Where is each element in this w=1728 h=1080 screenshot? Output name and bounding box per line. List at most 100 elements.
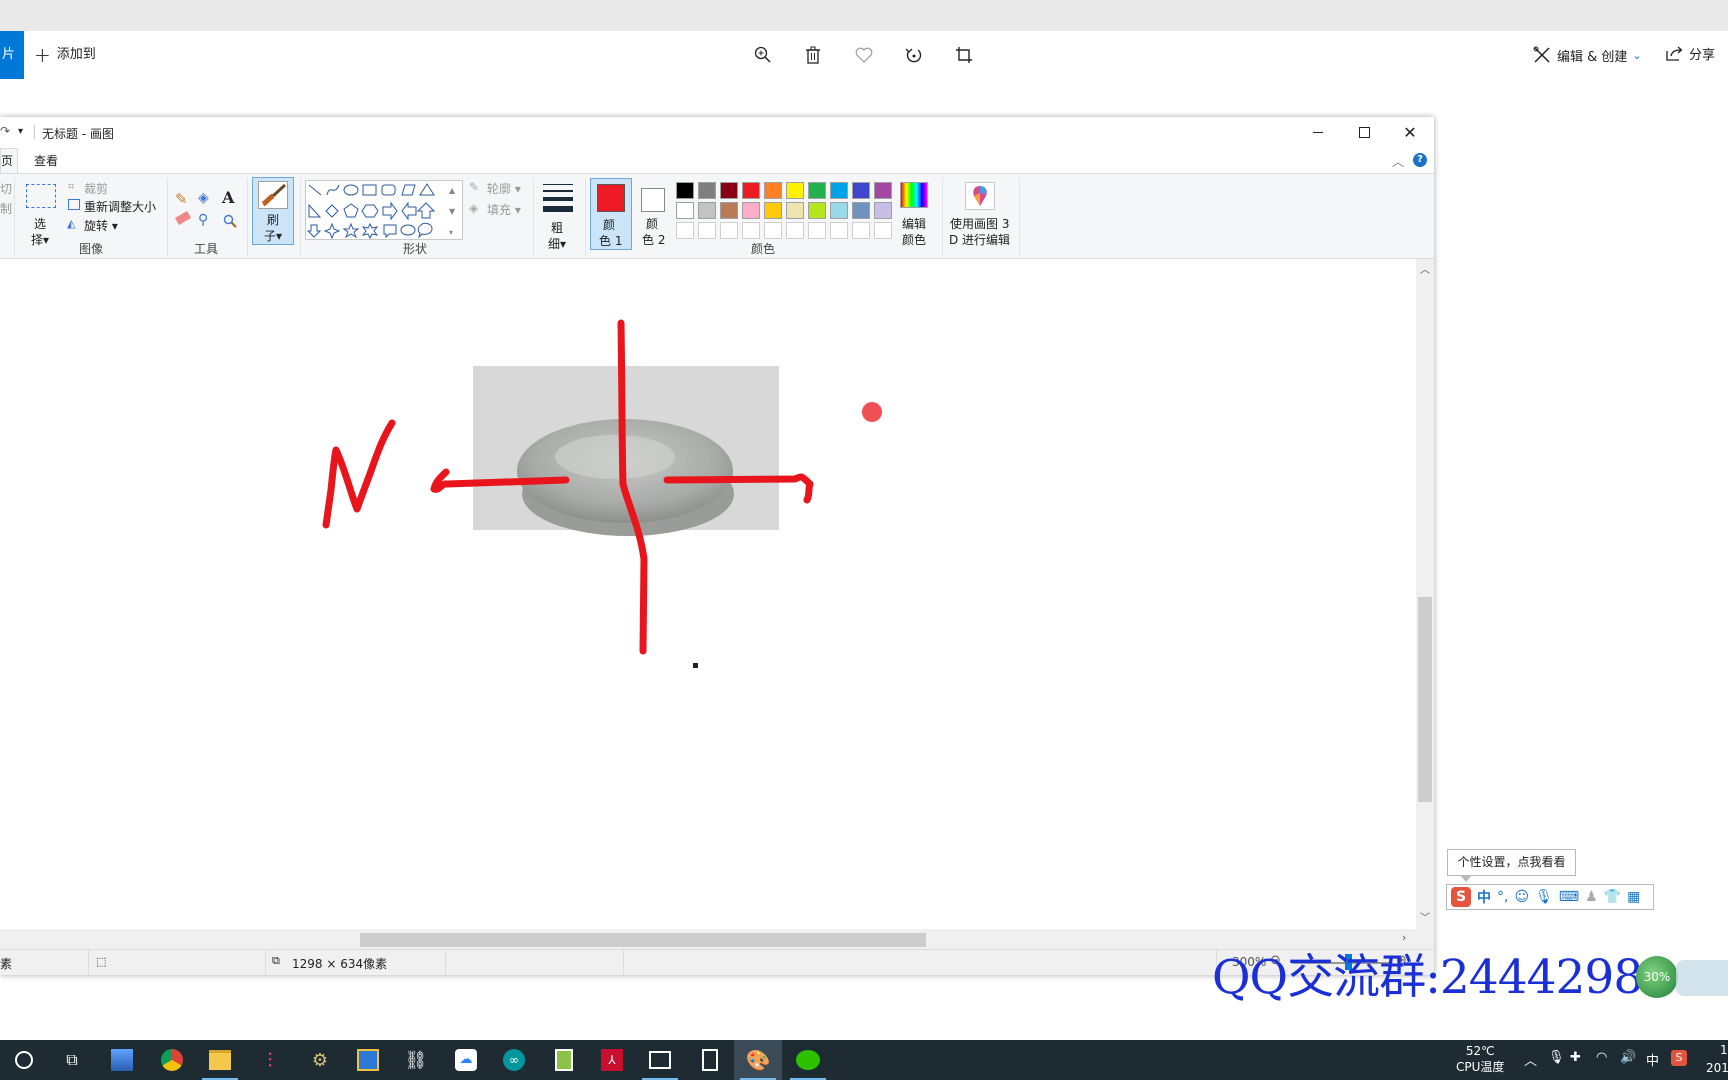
outline-button[interactable]: 轮廓 ▾ bbox=[487, 180, 521, 197]
palette-swatch[interactable] bbox=[676, 202, 694, 219]
scroll-down-icon[interactable]: ﹀ bbox=[1420, 909, 1430, 924]
speed-ball[interactable]: 30% bbox=[1636, 956, 1678, 998]
canvas[interactable]: N bbox=[0, 259, 1416, 949]
paint3d-button-line2[interactable]: D 进行编辑 bbox=[949, 231, 1010, 248]
copy-label[interactable]: 制 bbox=[0, 200, 12, 217]
custom-color-slot[interactable] bbox=[852, 222, 870, 239]
palette-swatch[interactable] bbox=[720, 182, 738, 199]
photos-back-tab[interactable]: 片 bbox=[0, 31, 24, 79]
fill-shape-button[interactable]: 填充 ▾ bbox=[487, 201, 521, 218]
palette-swatch[interactable] bbox=[742, 182, 760, 199]
custom-color-slot[interactable] bbox=[830, 222, 848, 239]
show-hidden-icons[interactable]: ︿ bbox=[1524, 1050, 1537, 1069]
taskbar-app-explorer[interactable] bbox=[196, 1040, 244, 1080]
vertical-scroll-thumb[interactable] bbox=[1418, 597, 1432, 802]
add-to-button[interactable]: + 添加到 bbox=[34, 44, 96, 66]
canvas-resize-handle[interactable] bbox=[693, 663, 698, 668]
close-button[interactable]: ✕ bbox=[1387, 117, 1433, 148]
clock-time[interactable]: 1( bbox=[1720, 1043, 1728, 1057]
taskbar-app-bird[interactable] bbox=[344, 1040, 392, 1080]
palette-swatch[interactable] bbox=[874, 182, 892, 199]
taskbar-app-wechat[interactable] bbox=[784, 1040, 832, 1080]
color-picker-icon[interactable]: ⚲ bbox=[198, 212, 208, 228]
taskbar-app-calculator[interactable] bbox=[686, 1040, 734, 1080]
paint3d-button[interactable]: 使用画图 3 bbox=[950, 215, 1009, 232]
taskbar-app-buildings[interactable] bbox=[98, 1040, 146, 1080]
palette-swatch[interactable] bbox=[874, 202, 892, 219]
sogou-logo-icon[interactable]: S bbox=[1451, 887, 1471, 907]
taskbar-app-stamp[interactable]: ⚙ bbox=[296, 1040, 344, 1080]
palette-swatch[interactable] bbox=[764, 202, 782, 219]
custom-color-slot[interactable] bbox=[720, 222, 738, 239]
palette-swatch[interactable] bbox=[808, 182, 826, 199]
palette-swatch[interactable] bbox=[742, 202, 760, 219]
custom-color-slot[interactable] bbox=[764, 222, 782, 239]
input-mode-label[interactable]: 中 bbox=[1646, 1050, 1659, 1069]
microphone-icon[interactable]: 🎙 bbox=[1548, 1050, 1565, 1065]
toolbox-icon[interactable]: ▦ bbox=[1627, 889, 1640, 905]
palette-swatch[interactable] bbox=[852, 202, 870, 219]
redo-icon[interactable]: ↷ bbox=[0, 124, 10, 138]
brushes-button[interactable]: 刷 子▾ bbox=[252, 177, 294, 245]
custom-color-slot[interactable] bbox=[698, 222, 716, 239]
edit-colors-button[interactable]: 编辑 bbox=[902, 215, 926, 232]
maximize-button[interactable] bbox=[1341, 117, 1387, 148]
crop-button[interactable] bbox=[951, 42, 977, 68]
sogou-tray-icon[interactable]: S bbox=[1671, 1050, 1687, 1066]
color2-label-2[interactable]: 色 2 bbox=[642, 231, 665, 248]
scroll-up-icon[interactable]: ︿ bbox=[1420, 261, 1430, 276]
palette-swatch[interactable] bbox=[830, 182, 848, 199]
taskbar-app-arduino[interactable]: ∞ bbox=[490, 1040, 538, 1080]
minimize-button[interactable] bbox=[1295, 117, 1341, 148]
fill-icon[interactable]: ◈ bbox=[198, 190, 209, 206]
edit-create-button[interactable]: 编辑 & 创建 ⌄ bbox=[1532, 44, 1642, 66]
resize-button[interactable]: 重新调整大小 bbox=[84, 198, 156, 215]
favorite-button[interactable] bbox=[851, 42, 877, 68]
delete-button[interactable] bbox=[800, 42, 826, 68]
taskbar-app-network[interactable]: ⛓ bbox=[392, 1040, 440, 1080]
zoom-button[interactable] bbox=[750, 42, 776, 68]
minimize-ribbon-icon[interactable]: ︿ bbox=[1392, 153, 1404, 170]
size-button[interactable]: 粗 bbox=[551, 219, 563, 236]
size-button-line2[interactable]: 细▾ bbox=[548, 235, 566, 252]
tab-view[interactable]: 查看 bbox=[34, 152, 58, 169]
taskbar-app-chrome[interactable] bbox=[148, 1040, 196, 1080]
share-button[interactable]: 分享 bbox=[1666, 42, 1715, 64]
help-icon[interactable]: ? bbox=[1413, 153, 1427, 167]
ime-toolbar[interactable]: S 中 °, ☺ 🎙 ⌨ ♟ 👕 ▦ bbox=[1446, 884, 1654, 910]
text-tool-icon[interactable]: A bbox=[222, 188, 234, 207]
eraser-icon[interactable] bbox=[174, 211, 192, 225]
palette-swatch[interactable] bbox=[764, 182, 782, 199]
crop-tool-button[interactable]: 裁剪 bbox=[84, 180, 108, 197]
custom-color-slot[interactable] bbox=[676, 222, 694, 239]
select-button[interactable]: 选 bbox=[34, 215, 46, 232]
palette-swatch[interactable] bbox=[698, 202, 716, 219]
rotate-tool-button[interactable]: 旋转 ▾ bbox=[84, 217, 118, 234]
cpu-temperature-widget[interactable]: 52℃ CPU温度 bbox=[1456, 1043, 1504, 1075]
palette-swatch[interactable] bbox=[676, 182, 694, 199]
keyboard-icon[interactable]: ⌨ bbox=[1559, 889, 1579, 905]
palette-swatch[interactable] bbox=[830, 202, 848, 219]
taskbar-app-notepad[interactable] bbox=[540, 1040, 588, 1080]
taskbar-app-paint[interactable]: 🎨 bbox=[734, 1040, 782, 1080]
custom-color-slot[interactable] bbox=[786, 222, 804, 239]
color2-swatch[interactable] bbox=[641, 188, 665, 212]
select-button-line2[interactable]: 择▾ bbox=[31, 231, 49, 248]
task-view-button[interactable]: ⧉ bbox=[48, 1040, 96, 1080]
emoji-icon[interactable]: ☺ bbox=[1514, 889, 1529, 905]
ime-mode-label[interactable]: 中 bbox=[1477, 887, 1491, 907]
palette-swatch[interactable] bbox=[786, 182, 804, 199]
skin-icon[interactable]: 👕 bbox=[1604, 889, 1621, 905]
taskbar-app-pdf[interactable]: ⅄ bbox=[588, 1040, 636, 1080]
color2-label-1[interactable]: 颜 bbox=[646, 215, 658, 232]
clock-date[interactable]: 2019 bbox=[1706, 1061, 1728, 1075]
horizontal-scroll-thumb[interactable] bbox=[360, 933, 926, 947]
custom-color-slot[interactable] bbox=[808, 222, 826, 239]
custom-color-slot[interactable] bbox=[742, 222, 760, 239]
color1-button[interactable]: 颜 色 1 bbox=[590, 178, 632, 250]
volume-icon[interactable]: 🔊 bbox=[1620, 1050, 1636, 1065]
palette-swatch[interactable] bbox=[698, 182, 716, 199]
custom-color-slot[interactable] bbox=[874, 222, 892, 239]
palette-swatch[interactable] bbox=[852, 182, 870, 199]
taskbar-app-baidu-netdisk[interactable]: ☁ bbox=[442, 1040, 490, 1080]
